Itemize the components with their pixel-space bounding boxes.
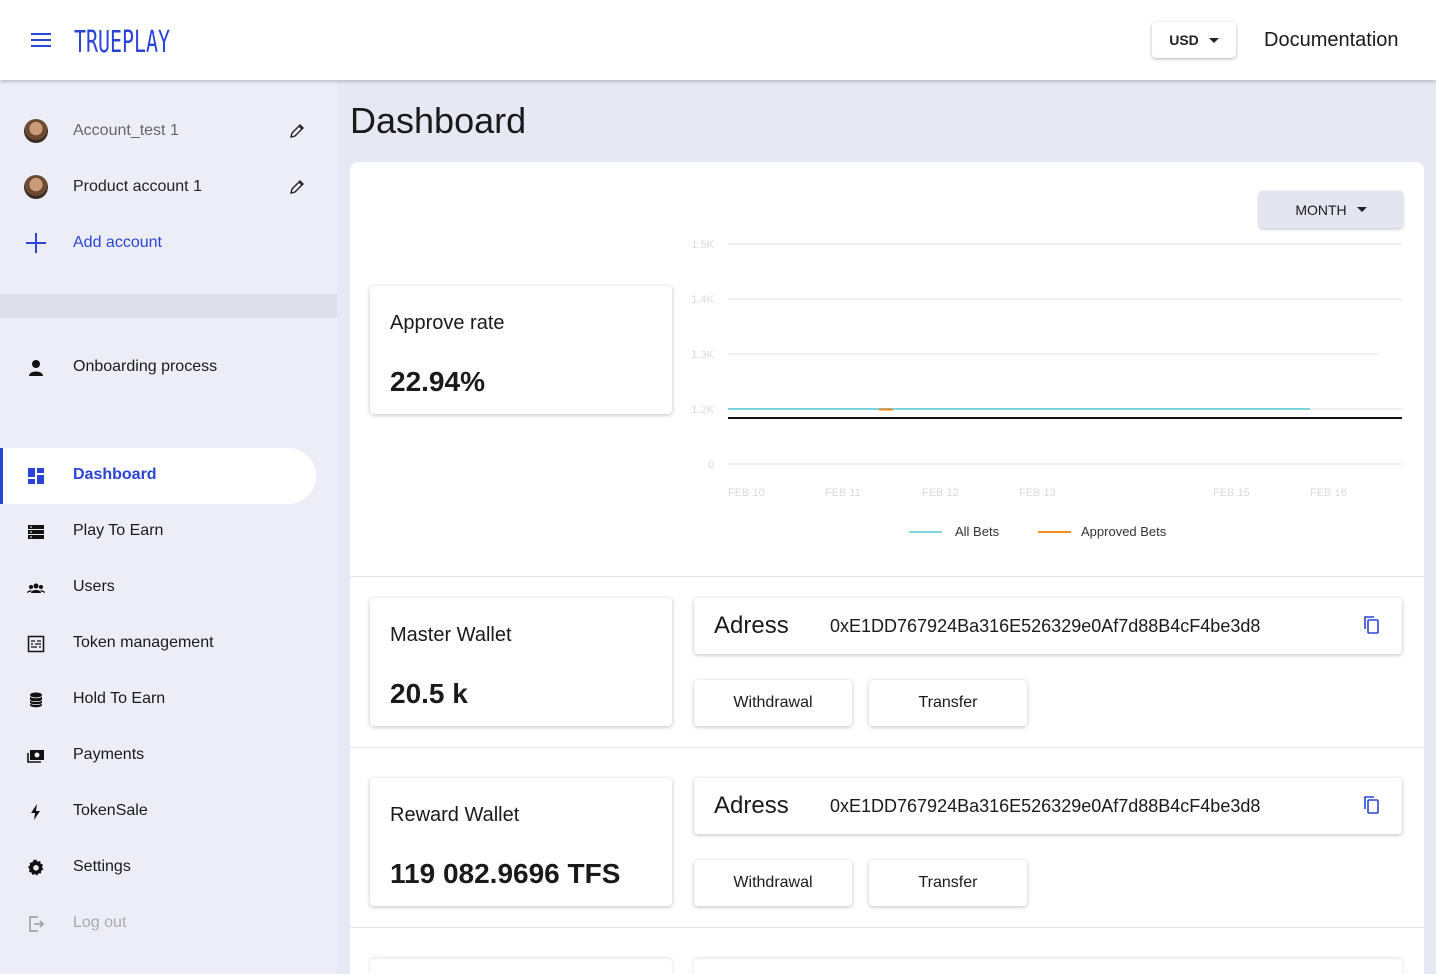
- logout-icon: [29, 916, 45, 932]
- wallet-label: Master Wallet: [390, 624, 512, 646]
- approve-rate-value: 22.94%: [390, 366, 485, 397]
- y-tick-label: 1.3K: [691, 349, 714, 361]
- divider: [0, 294, 337, 318]
- master-transfer-button[interactable]: Transfer: [869, 680, 1027, 726]
- address-value: 0xE1DD767924Ba316E526329e0Af7d88B4cF4be3…: [830, 796, 1261, 816]
- copy-icon[interactable]: [1362, 795, 1382, 815]
- top-bar: TRUEPLAY USD Documentation: [0, 0, 1436, 80]
- sidebar-item-label: Hold To Earn: [73, 690, 166, 707]
- master-wallet-card: Master Wallet 20.5 k: [370, 598, 672, 726]
- page-title: Dashboard: [350, 100, 527, 141]
- legend-label-all-bets: All Bets: [955, 524, 1000, 539]
- sidebar-item-label: Token management: [73, 634, 214, 651]
- storage-icon: [28, 525, 44, 539]
- divider: [350, 576, 1424, 577]
- sidebar: Account_test 1 Product account 1 Add acc…: [0, 80, 337, 974]
- sidebar-item-tokensale[interactable]: TokenSale: [0, 784, 337, 840]
- dashboard-panel: MONTH Approve rate 22.94% 1.5K 1.4K 1.3K 1.…: [350, 162, 1424, 974]
- x-tick-label: FEB 11: [825, 487, 861, 499]
- person-icon: [29, 360, 43, 376]
- payments-icon: [27, 750, 44, 763]
- trueplay-logo[interactable]: TRUEPLAY: [74, 18, 174, 58]
- sidebar-item-dashboard[interactable]: Dashboard: [0, 448, 316, 504]
- sidebar-item-label: Dashboard: [73, 466, 157, 483]
- gear-icon: [28, 859, 44, 876]
- reward-withdrawal-button[interactable]: Withdrawal: [694, 860, 852, 906]
- sidebar-item-label: TokenSale: [73, 802, 148, 819]
- sidebar-item-token-management[interactable]: Token management: [0, 616, 337, 672]
- address-label: Adress: [714, 612, 789, 639]
- sidebar-item-hold-to-earn[interactable]: Hold To Earn: [0, 672, 337, 728]
- master-withdrawal-button[interactable]: Withdrawal: [694, 680, 852, 726]
- sidebar-item-payments[interactable]: Payments: [0, 728, 337, 784]
- divider: [350, 747, 1424, 748]
- approve-rate-card: Approve rate 22.94%: [370, 286, 672, 414]
- plus-icon: [26, 233, 46, 253]
- wallet-balance: 119 082.9696 TFS: [390, 858, 621, 889]
- avatar: [24, 119, 48, 143]
- legend-label-approved-bets: Approved Bets: [1081, 524, 1167, 539]
- add-account-label: Add account: [73, 234, 162, 251]
- x-tick-label: FEB 12: [922, 487, 959, 499]
- documentation-link[interactable]: Documentation: [1264, 29, 1399, 52]
- account-item-test[interactable]: Account_test 1: [0, 103, 337, 159]
- sidebar-item-users[interactable]: Users: [0, 560, 337, 616]
- address-label: Adress: [714, 792, 789, 819]
- y-tick-label: 0: [708, 459, 714, 471]
- address-card-partial: [694, 959, 1402, 974]
- wallet-card-partial: [370, 959, 672, 974]
- approve-rate-label: Approve rate: [390, 312, 505, 334]
- users-icon: [27, 583, 45, 593]
- token-management-icon: [27, 635, 45, 653]
- x-tick-label: FEB 16: [1310, 487, 1347, 499]
- sidebar-item-play-to-earn[interactable]: Play To Earn: [0, 504, 337, 560]
- sidebar-item-label: Log out: [73, 914, 127, 931]
- sidebar-item-label: Settings: [73, 858, 131, 875]
- pencil-icon[interactable]: [289, 123, 305, 139]
- account-label: Product account 1: [73, 178, 202, 195]
- master-wallet-address: Adress 0xE1DD767924Ba316E526329e0Af7d88B…: [694, 598, 1402, 654]
- dashboard-icon: [28, 468, 44, 484]
- y-tick-label: 1.2K: [691, 404, 714, 416]
- copy-icon[interactable]: [1362, 615, 1382, 635]
- sidebar-item-label: Onboarding process: [73, 358, 218, 375]
- account-label: Account_test 1: [73, 122, 179, 139]
- x-tick-label: FEB 13: [1019, 487, 1056, 499]
- sidebar-item-label: Play To Earn: [73, 522, 164, 539]
- caret-down-icon: [1208, 37, 1219, 43]
- caret-down-icon: [1356, 207, 1367, 212]
- add-account-button[interactable]: Add account: [0, 215, 337, 271]
- wallet-balance: 20.5 k: [390, 678, 468, 709]
- y-tick-label: 1.5K: [691, 239, 714, 251]
- x-tick-label: FEB 15: [1213, 487, 1250, 499]
- sidebar-item-logout[interactable]: Log out: [0, 896, 337, 952]
- sidebar-item-onboarding[interactable]: Onboarding process: [0, 340, 337, 396]
- bets-chart: 1.5K 1.4K 1.3K 1.2K 0 FEB 10 FEB 11 FEB 12 FEB 1…: [691, 239, 1402, 539]
- currency-selector[interactable]: USD: [1152, 22, 1236, 58]
- divider: [350, 927, 1424, 928]
- wallet-label: Reward Wallet: [390, 804, 520, 826]
- avatar: [24, 175, 48, 199]
- database-icon: [29, 692, 43, 708]
- reward-wallet-card: Reward Wallet 119 082.9696 TFS: [370, 778, 672, 906]
- y-tick-label: 1.4K: [691, 294, 714, 306]
- x-tick-label: FEB 10: [728, 487, 765, 499]
- period-selector[interactable]: MONTH: [1259, 191, 1403, 228]
- reward-wallet-address: Adress 0xE1DD767924Ba316E526329e0Af7d88B…: [694, 778, 1402, 834]
- menu-icon[interactable]: [31, 33, 51, 47]
- currency-value: USD: [1169, 32, 1199, 48]
- reward-transfer-button[interactable]: Transfer: [869, 860, 1027, 906]
- pencil-icon[interactable]: [289, 179, 305, 195]
- address-value: 0xE1DD767924Ba316E526329e0Af7d88B4cF4be3…: [830, 616, 1261, 636]
- sidebar-item-label: Users: [73, 578, 115, 595]
- account-switcher: Account_test 1 Product account 1 Add acc…: [0, 80, 337, 294]
- bolt-icon: [31, 804, 40, 820]
- sidebar-item-label: Payments: [73, 746, 145, 763]
- account-item-product[interactable]: Product account 1: [0, 159, 337, 215]
- sidebar-item-settings[interactable]: Settings: [0, 840, 337, 896]
- svg-text:TRUEPLAY: TRUEPLAY: [74, 25, 170, 58]
- period-value: MONTH: [1295, 201, 1347, 218]
